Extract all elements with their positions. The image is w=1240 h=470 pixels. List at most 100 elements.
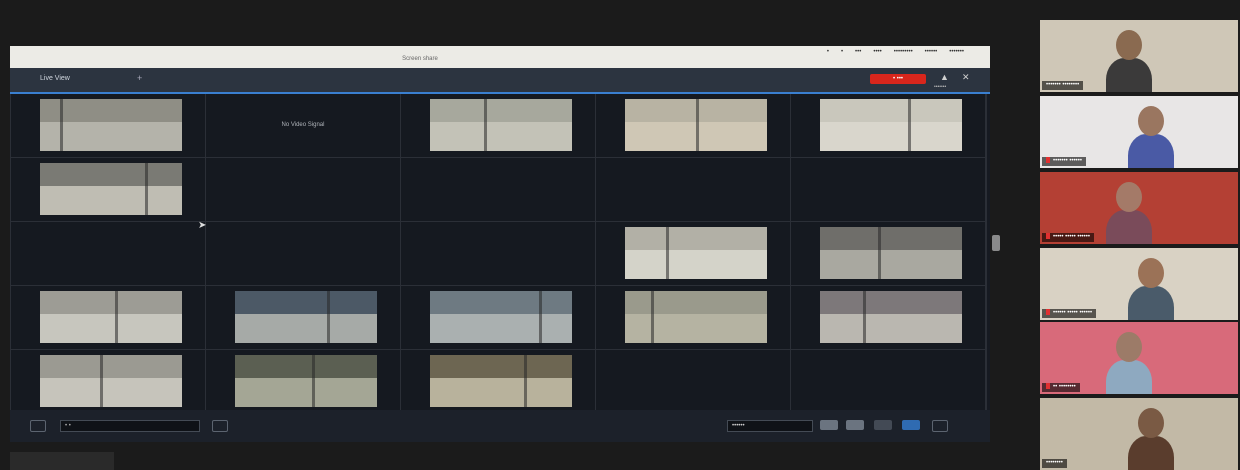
camera-cell[interactable]: [596, 286, 790, 349]
menu-item[interactable]: •••: [855, 49, 861, 55]
camera-cell[interactable]: [791, 350, 985, 413]
participant-face: [1116, 332, 1142, 362]
participant-name: •• ••••••••: [1042, 383, 1080, 392]
feed-ground: [820, 314, 962, 343]
feed-ground: [820, 122, 962, 151]
participant-name-text: •••••• ••••• ••••••: [1053, 310, 1093, 316]
participant-tile[interactable]: ••••••• ••••••: [1040, 96, 1238, 168]
menu-item[interactable]: •: [841, 49, 843, 55]
layout-25-button[interactable]: [902, 420, 920, 430]
panel-resize-handle[interactable]: [992, 235, 1000, 251]
feed-structure: [539, 291, 542, 343]
camera-cell[interactable]: [596, 222, 790, 285]
camera-feed[interactable]: [430, 291, 572, 343]
feed-structure: [666, 227, 669, 279]
camera-feed[interactable]: [40, 291, 182, 343]
feed-ground: [625, 250, 767, 279]
camera-feed[interactable]: [40, 163, 182, 215]
layout-1-button[interactable]: [820, 420, 838, 430]
camera-cell[interactable]: [596, 350, 790, 413]
user-icon[interactable]: ▲: [940, 72, 949, 82]
camera-cell[interactable]: [401, 350, 595, 413]
camera-cell[interactable]: [401, 158, 595, 221]
feed-structure: [312, 355, 315, 407]
camera-feed[interactable]: [820, 99, 962, 151]
camera-cell[interactable]: [206, 158, 400, 221]
feed-ground: [820, 250, 962, 279]
channel-select[interactable]: • •: [60, 420, 200, 432]
camera-feed[interactable]: [625, 99, 767, 151]
menu-item[interactable]: ••••: [873, 49, 881, 55]
camera-cell[interactable]: [596, 158, 790, 221]
participant-tile[interactable]: •••••• ••••• ••••••: [1040, 248, 1238, 320]
camera-cell[interactable]: [401, 222, 595, 285]
participant-tile[interactable]: ••••••• ••••••••: [1040, 20, 1238, 92]
camera-cell[interactable]: [401, 286, 595, 349]
participant-name: •••••• ••••• ••••••: [1042, 309, 1097, 318]
camera-feed[interactable]: [40, 355, 182, 407]
participant-name-text: ••••••• ••••••: [1053, 158, 1082, 164]
playback-icon[interactable]: [212, 420, 228, 432]
feed-structure: [878, 227, 881, 279]
camera-feed[interactable]: [430, 99, 572, 151]
layout-9-button[interactable]: [874, 420, 892, 430]
participant-face: [1138, 106, 1164, 136]
muted-mic-icon: [1046, 309, 1050, 316]
participant-face: [1138, 408, 1164, 438]
feed-ground: [235, 378, 377, 407]
feed-structure: [115, 291, 118, 343]
camera-cell[interactable]: [791, 94, 985, 157]
participant-name-text: ••••••• ••••••••: [1046, 82, 1080, 88]
participant-tile[interactable]: ••••••••: [1040, 398, 1238, 470]
record-button[interactable]: • •••: [870, 74, 926, 84]
tab-live-view[interactable]: Live View: [40, 75, 70, 82]
menu-item[interactable]: •••••••••: [894, 49, 913, 55]
camera-cell[interactable]: [11, 158, 205, 221]
fullscreen-icon[interactable]: [932, 420, 948, 432]
participant-tile[interactable]: ••••• ••••• ••••••: [1040, 172, 1238, 244]
camera-feed[interactable]: [625, 227, 767, 279]
camera-cell[interactable]: [401, 94, 595, 157]
bottom-toolbar: • • ••••••: [10, 410, 990, 442]
participant-face: [1116, 30, 1142, 60]
camera-feed[interactable]: [820, 227, 962, 279]
camera-feed[interactable]: [40, 99, 182, 151]
feed-structure: [145, 163, 148, 215]
participant-name-text: •• ••••••••: [1053, 384, 1076, 390]
camera-cell[interactable]: [11, 286, 205, 349]
screenshot-icon[interactable]: [30, 420, 46, 432]
camera-cell[interactable]: No Video Signal: [206, 94, 400, 157]
add-tab-icon[interactable]: +: [137, 73, 142, 83]
participant-body: [1106, 58, 1152, 92]
camera-feed[interactable]: [820, 291, 962, 343]
menu-item[interactable]: ••••••: [925, 49, 938, 55]
feed-ground: [40, 186, 182, 215]
camera-cell[interactable]: [11, 222, 205, 285]
participant-name: ••••••• ••••••: [1042, 157, 1086, 166]
feed-structure: [484, 99, 487, 151]
camera-cell[interactable]: [11, 94, 205, 157]
menu-item[interactable]: •••••••: [949, 49, 964, 55]
camera-feed[interactable]: [430, 355, 572, 407]
shared-screen: Screen share • • ••• •••• ••••••••• •••••• •••…: [10, 46, 990, 442]
camera-cell[interactable]: [791, 222, 985, 285]
participant-body: [1128, 134, 1174, 168]
layout-select[interactable]: ••••••: [727, 420, 813, 432]
participant-tile[interactable]: •• ••••••••: [1040, 322, 1238, 394]
camera-cell[interactable]: [11, 350, 205, 413]
camera-cell[interactable]: [596, 94, 790, 157]
layout-4-button[interactable]: [846, 420, 864, 430]
participant-body: [1128, 286, 1174, 320]
camera-cell[interactable]: [206, 286, 400, 349]
camera-feed[interactable]: [235, 291, 377, 343]
camera-feed[interactable]: [625, 291, 767, 343]
camera-cell[interactable]: [206, 350, 400, 413]
menu-item[interactable]: •: [827, 49, 829, 55]
camera-feed[interactable]: [235, 355, 377, 407]
camera-cell[interactable]: [206, 222, 400, 285]
feed-structure: [696, 99, 699, 151]
feed-structure: [651, 291, 654, 343]
camera-cell[interactable]: [791, 286, 985, 349]
camera-cell[interactable]: [791, 158, 985, 221]
close-icon[interactable]: ✕: [962, 72, 970, 83]
